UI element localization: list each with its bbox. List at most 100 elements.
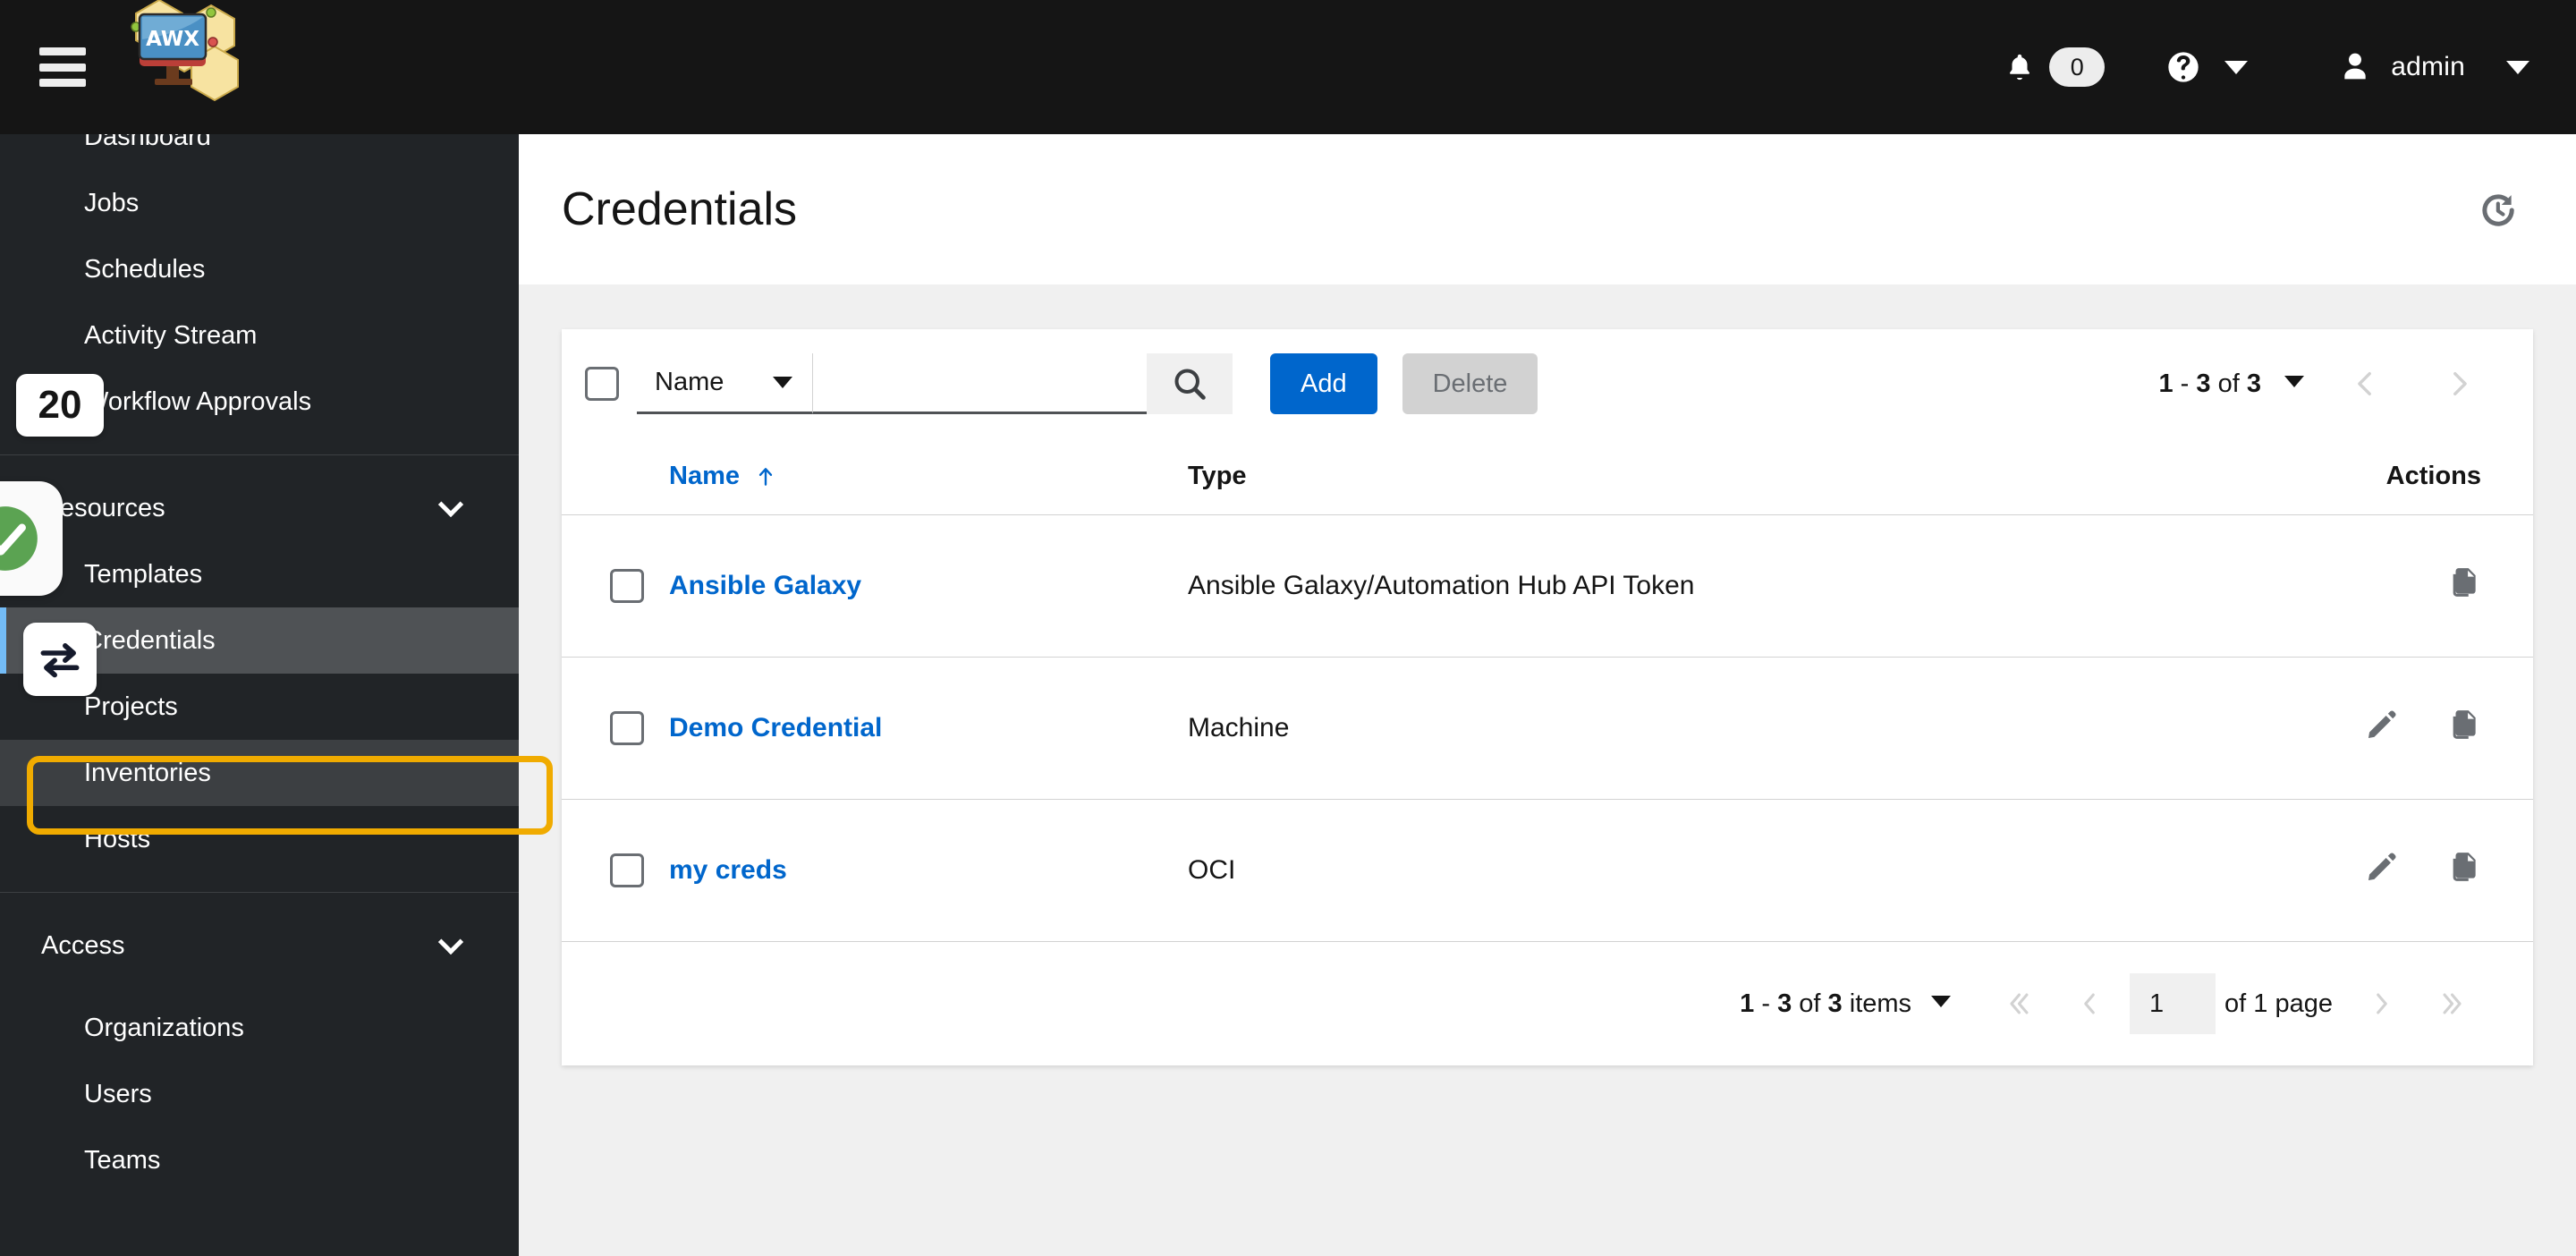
page-number-input[interactable]: [2130, 973, 2216, 1034]
credential-link[interactable]: my creds: [669, 855, 787, 885]
toolbar-next-page-button[interactable]: [2428, 352, 2490, 415]
row-type-cell: Ansible Galaxy/Automation Hub API Token: [1188, 514, 2190, 658]
search-button[interactable]: [1147, 353, 1233, 414]
sidebar-item-users[interactable]: Users: [0, 1061, 519, 1127]
header-actions: Actions: [2190, 438, 2533, 515]
sidebar-item-label: Hosts: [84, 824, 151, 853]
filter-type-value: Name: [655, 368, 724, 396]
notifications-button[interactable]: 0: [1987, 47, 2112, 87]
search-input[interactable]: [812, 353, 1147, 414]
row-checkbox[interactable]: [610, 853, 644, 887]
sidebar-item-teams[interactable]: Teams: [0, 1127, 519, 1193]
swap-action-indicator: [23, 623, 97, 696]
chevron-down-icon[interactable]: [2224, 60, 2249, 74]
row-checkbox[interactable]: [610, 569, 644, 603]
sort-by-name-button[interactable]: Name: [669, 462, 777, 491]
search-icon: [1174, 369, 1206, 400]
credential-link[interactable]: Demo Credential: [669, 713, 882, 743]
sidebar-item-label: Inventories: [84, 758, 211, 787]
header-checkbox-cell: [562, 438, 669, 515]
bottom-pagination-summary: 1 - 3 of 3 items: [1740, 989, 1912, 1018]
user-icon: [2344, 53, 2366, 80]
edit-pencil-icon[interactable]: [2365, 850, 2399, 884]
sidebar-item-label: Teams: [84, 1145, 161, 1175]
sidebar-item-label: Organizations: [84, 1013, 244, 1042]
table-header: Name Type Actions: [562, 438, 2533, 515]
chevron-down-icon: [437, 491, 464, 517]
filter-type-select[interactable]: Name: [637, 353, 812, 414]
row-checkbox-cell: [562, 799, 669, 942]
awx-logo[interactable]: AWX: [114, 0, 293, 138]
search-filter-group: Name: [637, 353, 1233, 414]
of-page-label: of 1 page: [2224, 989, 2333, 1018]
sidebar-item-label: Credentials: [84, 625, 216, 655]
prev-page-button[interactable]: [2058, 972, 2121, 1035]
header-name-label: Name: [669, 462, 740, 490]
sidebar-item-label: Jobs: [84, 188, 140, 217]
next-page-button[interactable]: [2351, 972, 2413, 1035]
toolbar-prev-page-button[interactable]: [2334, 352, 2397, 415]
sidebar-item-label: Schedules: [84, 254, 206, 284]
row-actions-cell: [2190, 514, 2533, 658]
chevron-left-icon: [2358, 371, 2371, 396]
masthead-actions: 0 admin: [1987, 0, 2529, 134]
row-type-cell: OCI: [1188, 799, 2190, 942]
edit-pencil-icon[interactable]: [2365, 708, 2399, 742]
first-page-button[interactable]: [1987, 972, 2049, 1035]
credential-link[interactable]: Ansible Galaxy: [669, 571, 861, 600]
toolbar-pagination-summary: 1 - 3 of 3: [2158, 369, 2261, 398]
history-icon: [2482, 194, 2514, 226]
add-button[interactable]: Add: [1270, 353, 1377, 414]
status-success-indicator: [0, 481, 63, 596]
sidebar-item-activity-stream[interactable]: Activity Stream: [0, 302, 519, 369]
last-page-button[interactable]: [2422, 972, 2485, 1035]
sidebar-item-templates[interactable]: Templates: [0, 541, 519, 607]
copy-icon[interactable]: [2447, 565, 2481, 599]
row-checkbox-cell: [562, 514, 669, 658]
sidebar-item-dashboard[interactable]: Dashboard: [0, 134, 519, 170]
copy-icon[interactable]: [2447, 850, 2481, 884]
row-checkbox[interactable]: [610, 711, 644, 745]
help-menu[interactable]: [2112, 49, 2273, 85]
sidebar-item-schedules[interactable]: Schedules: [0, 236, 519, 302]
row-actions: [2365, 850, 2481, 884]
table-row[interactable]: my creds OCI: [562, 799, 2533, 942]
sidebar-group-resources[interactable]: Resources: [0, 475, 519, 541]
sidebar-group-access[interactable]: Access: [0, 912, 519, 979]
angle-double-left-icon: [2010, 993, 2029, 1014]
step-counter-badge: 20: [16, 374, 104, 437]
sidebar-item-hosts[interactable]: Hosts: [0, 806, 519, 872]
page-header: Credentials: [519, 134, 2576, 284]
header-type-label: Type: [1188, 462, 1247, 490]
check-circle-icon: [0, 506, 38, 571]
awx-credentials-page: AWX 0 admin Dashboard Jobs Schedules Act…: [0, 0, 2576, 1256]
per-page-caret-icon[interactable]: [2284, 376, 2304, 392]
hamburger-icon[interactable]: [39, 47, 86, 87]
swap-arrows-icon: [40, 643, 80, 678]
angle-right-icon: [2377, 993, 2387, 1014]
header-name[interactable]: Name: [669, 438, 1188, 515]
notification-count-badge[interactable]: 0: [2049, 47, 2106, 87]
user-menu[interactable]: admin: [2273, 48, 2529, 86]
username-label: admin: [2391, 52, 2465, 81]
header-actions-label: Actions: [2385, 462, 2481, 490]
bottom-pagination: 1 - 3 of 3 items of 1 page: [562, 942, 2533, 1065]
select-all-checkbox[interactable]: [585, 367, 619, 401]
history-button[interactable]: [2472, 184, 2522, 234]
sidebar-item-inventories[interactable]: Inventories: [0, 740, 519, 806]
delete-button[interactable]: Delete: [1402, 353, 1538, 414]
row-type-cell: Machine: [1188, 657, 2190, 800]
copy-icon[interactable]: [2447, 708, 2481, 742]
sidebar-item-jobs[interactable]: Jobs: [0, 170, 519, 236]
per-page-caret-icon[interactable]: [1931, 996, 1952, 1012]
table-row[interactable]: Ansible Galaxy Ansible Galaxy/Automation…: [562, 514, 2533, 658]
table-row[interactable]: Demo Credential Machine: [562, 657, 2533, 800]
sidebar-divider: [0, 454, 519, 455]
chevron-down-icon[interactable]: [2506, 60, 2529, 74]
sidebar-item-organizations[interactable]: Organizations: [0, 995, 519, 1061]
main-content: Credentials Name Add Delete 1 - 3 of 3 N…: [519, 134, 2576, 1256]
row-checkbox-cell: [562, 657, 669, 800]
credentials-card: Name Add Delete 1 - 3 of 3 Name Type Act…: [562, 329, 2533, 1065]
table-header-row: Name Type Actions: [562, 438, 2533, 515]
chevron-down-icon: [437, 929, 464, 955]
